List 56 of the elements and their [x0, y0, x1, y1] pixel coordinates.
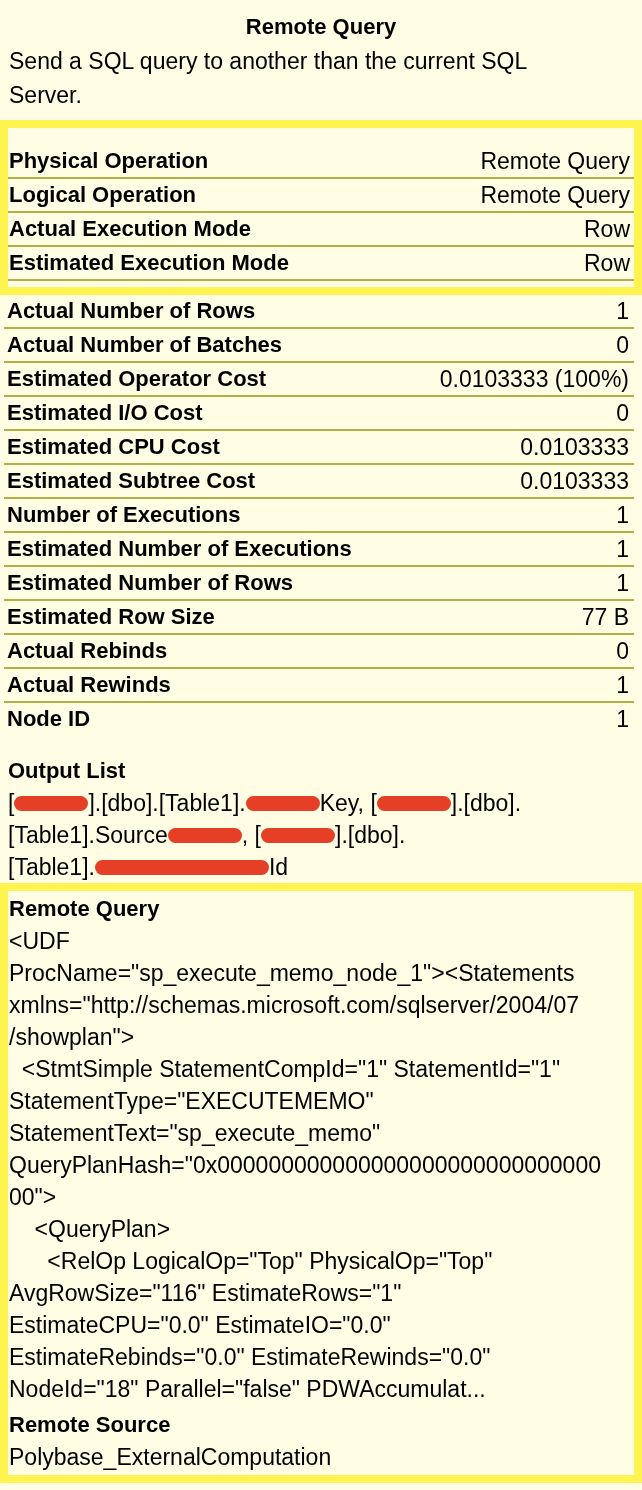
- property-value: 0: [616, 637, 629, 666]
- property-label: Estimated Execution Mode: [9, 249, 289, 277]
- property-label: Estimated I/O Cost: [7, 399, 203, 427]
- property-value: 1: [616, 297, 629, 326]
- scribble-icon: [14, 795, 89, 811]
- output-list-text: Key, [: [319, 789, 377, 818]
- property-value: Row: [584, 249, 630, 278]
- property-value: 0: [616, 331, 629, 360]
- property-value: 0.0103333: [520, 433, 629, 462]
- scribble-icon: [376, 795, 451, 811]
- output-list-text: ].[dbo].: [450, 789, 522, 818]
- tooltip-description: Send a SQL query to another than the current SQL Server.: [9, 47, 528, 110]
- output-list-text: Id: [268, 853, 289, 882]
- property-label: Actual Execution Mode: [9, 215, 252, 243]
- property-value: Row: [584, 215, 630, 244]
- output-list-text: ].[dbo].: [335, 821, 406, 850]
- property-label: Estimated Number of Rows: [7, 569, 294, 597]
- property-label: Node ID: [7, 705, 91, 733]
- property-label: Estimated Operator Cost: [7, 365, 267, 393]
- property-label: Estimated CPU Cost: [7, 433, 220, 461]
- property-label: Estimated Row Size: [7, 603, 215, 631]
- property-value: 77 B: [581, 603, 629, 632]
- section-text: Polybase_ExternalComputation: [9, 1443, 332, 1472]
- section-heading: Output List: [8, 757, 126, 785]
- scribble-icon: [94, 859, 269, 875]
- property-value: 0.0103333: [520, 467, 629, 496]
- property-label: Actual Number of Batches: [7, 331, 283, 359]
- output-list-text: ].[dbo].[Table1].: [88, 789, 246, 818]
- output-list-text: , [: [241, 821, 261, 850]
- property-label: Estimated Subtree Cost: [7, 467, 256, 495]
- output-list-text: [: [8, 789, 15, 818]
- scribble-icon: [245, 795, 320, 811]
- section-heading: Remote Query: [9, 895, 160, 923]
- property-value: 1: [616, 671, 629, 700]
- property-label: Actual Number of Rows: [7, 297, 256, 325]
- property-label: Physical Operation: [9, 147, 209, 175]
- property-value: 1: [616, 705, 629, 734]
- property-label: Actual Rewinds: [7, 671, 171, 699]
- property-label: Estimated Number of Executions: [7, 535, 352, 563]
- property-value: 1: [616, 535, 629, 564]
- tooltip-title: Remote Query: [245, 13, 397, 41]
- property-value: 1: [616, 569, 629, 598]
- scribble-icon: [261, 827, 335, 843]
- property-value: Remote Query: [480, 181, 630, 210]
- property-label: Logical Operation: [9, 181, 197, 209]
- property-value: 1: [616, 501, 629, 530]
- property-label: Number of Executions: [7, 501, 241, 529]
- property-value: 0: [616, 399, 629, 428]
- scribble-icon: [167, 827, 242, 843]
- section-text: <UDF ProcName="sp_execute_memo_node_1"><Statements xmlns="http://schemas.microsoft.com/sqlserver/2004/07 /showplan"> <StmtSimple StatementCompId="1" StatementId="1" StatementType="EXECUTEMEMO" StatementText="sp_execute_memo" QueryPlanHash="0x000000000000000000000000000000 00"> <QueryPlan> <RelOp LogicalOp="Top" PhysicalOp="Top" AvgRowSize="116" EstimateRows="1" EstimateCPU="0.0" EstimateIO="0.0" EstimateRebinds="0.0" EstimateRewinds="0.0" NodeId="18" Parallel="false" PDWAccumulat...: [9, 927, 601, 1404]
- property-value: 0.0103333 (100%): [439, 365, 629, 394]
- section-heading: Remote Source: [9, 1411, 171, 1439]
- property-value: Remote Query: [480, 147, 630, 176]
- output-list-text: [Table1].: [8, 853, 95, 882]
- output-list-text: [Table1].Source: [8, 821, 168, 850]
- property-label: Actual Rebinds: [7, 637, 168, 665]
